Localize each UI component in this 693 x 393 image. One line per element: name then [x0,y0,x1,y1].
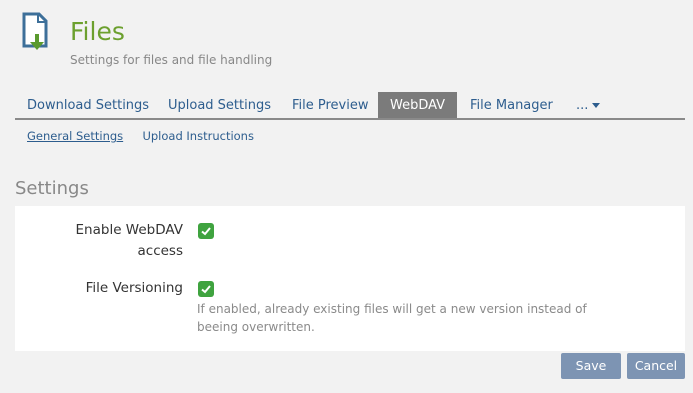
file-download-icon [22,12,52,54]
tab-bar: Download Settings Upload Settings File P… [15,92,685,120]
page-header: Files Settings for files and file handli… [0,0,693,90]
cancel-button[interactable]: Cancel [627,353,685,379]
file-versioning-help: If enabled, already existing files will … [197,302,587,334]
tab-more[interactable]: ... [576,92,601,118]
tab-file-manager[interactable]: File Manager [470,92,553,118]
tab-more-label: ... [576,98,589,113]
checkmark-icon [201,285,211,294]
settings-panel: Enable WebDAV access File Versioning If … [15,206,685,351]
page-subtitle: Settings for files and file handling [70,53,273,67]
tab-file-preview[interactable]: File Preview [292,92,369,118]
section-title: Settings [15,178,89,199]
subnav-general-settings[interactable]: General Settings [27,129,123,143]
tab-download-settings[interactable]: Download Settings [27,92,149,118]
enable-webdav-checkbox[interactable] [198,223,214,239]
enable-webdav-label: Enable WebDAV access [75,222,183,259]
tab-webdav[interactable]: WebDAV [378,92,458,118]
subnav-upload-instructions[interactable]: Upload Instructions [142,129,254,143]
chevron-down-icon [592,103,601,108]
file-versioning-checkbox[interactable] [198,281,214,297]
tab-upload-settings[interactable]: Upload Settings [168,92,271,118]
subnav: General Settings Upload Instructions [27,129,254,143]
page-title: Files [70,17,125,46]
checkmark-icon [201,227,211,236]
file-versioning-label: File Versioning [85,280,183,296]
save-button[interactable]: Save [561,353,621,379]
